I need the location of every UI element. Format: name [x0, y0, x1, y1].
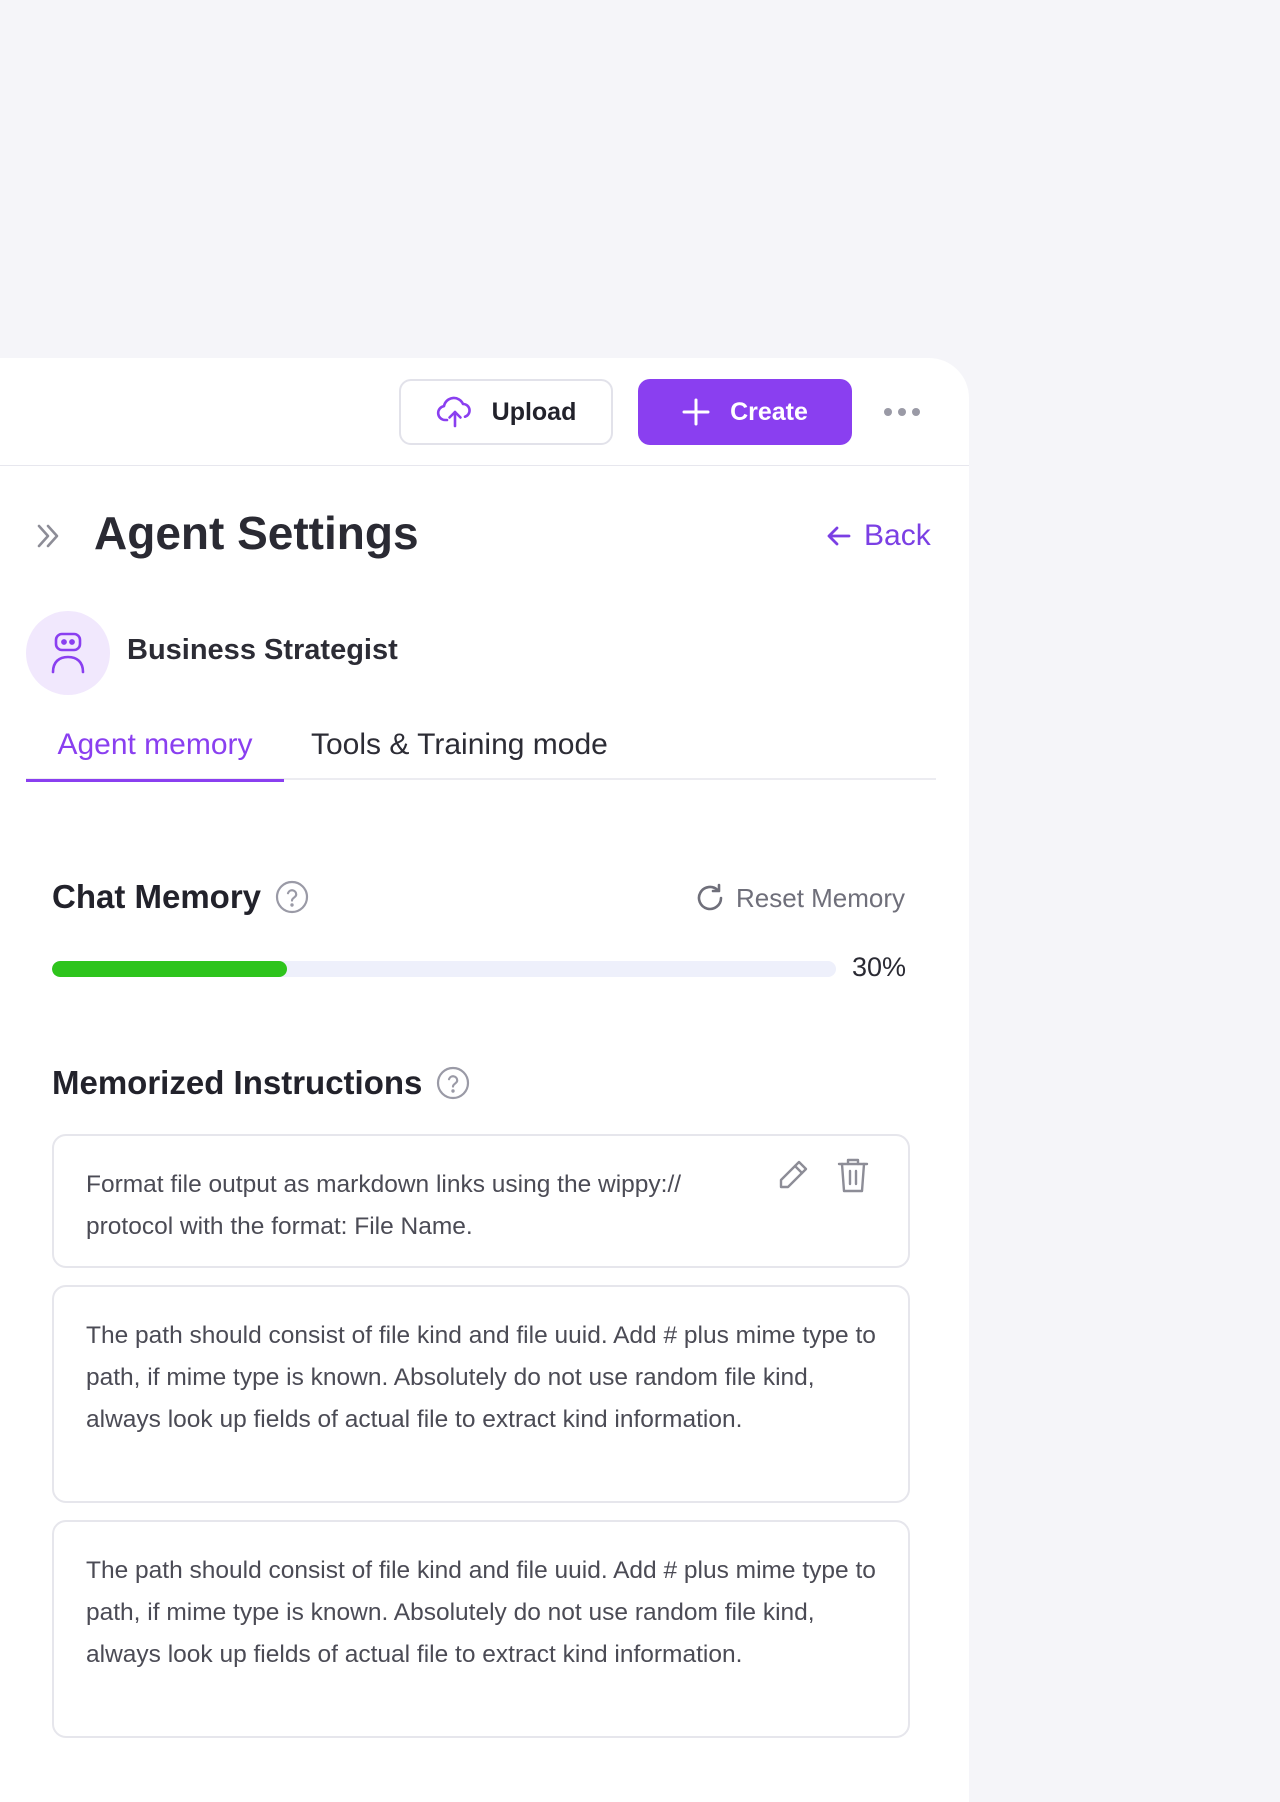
- refresh-icon: [697, 883, 723, 911]
- robot-icon: [51, 632, 85, 674]
- chat-memory-progress-label: 30%: [852, 952, 907, 982]
- create-button[interactable]: Create: [638, 379, 852, 445]
- tab-tools-training-mode[interactable]: Tools & Training mode: [311, 718, 608, 780]
- delete-instruction-button[interactable]: [834, 1154, 872, 1196]
- instruction-card[interactable]: The path should consist of file kind and…: [52, 1520, 910, 1738]
- pencil-icon: [779, 1160, 808, 1189]
- instruction-text: The path should consist of file kind and…: [86, 1322, 876, 1433]
- cloud-upload-icon: [436, 396, 471, 428]
- upload-button-label: Upload: [491, 397, 577, 426]
- trash-icon: [837, 1158, 869, 1193]
- help-circle-icon[interactable]: [275, 880, 309, 914]
- more-dot-icon: [912, 408, 920, 416]
- chat-memory-progress-bar: [52, 961, 836, 977]
- reset-memory-label: Reset Memory: [736, 882, 906, 913]
- double-chevron-right-icon[interactable]: [32, 520, 64, 552]
- back-link[interactable]: Back: [826, 516, 931, 556]
- chat-memory-title: Chat Memory: [52, 878, 262, 915]
- agent-name: Business Strategist: [127, 634, 398, 666]
- instruction-text: The path should consist of file kind and…: [86, 1557, 876, 1668]
- more-dot-icon: [884, 408, 892, 416]
- plus-icon: [682, 398, 710, 426]
- upload-button[interactable]: Upload: [399, 379, 613, 445]
- chat-memory-progress-fill: [52, 961, 288, 977]
- more-dot-icon: [898, 408, 906, 416]
- page-title: Agent Settings: [94, 507, 419, 559]
- agent-avatar: [26, 611, 110, 695]
- more-options-button[interactable]: [878, 392, 926, 432]
- tab-bar: Agent memory Tools & Training mode: [26, 718, 936, 782]
- instruction-text: Format file output as markdown links usi…: [86, 1171, 682, 1240]
- chat-memory-heading: Chat Memory: [52, 878, 309, 916]
- help-circle-icon[interactable]: [436, 1066, 470, 1100]
- memorized-instructions-heading: Memorized Instructions: [52, 1064, 470, 1102]
- instruction-card[interactable]: The path should consist of file kind and…: [52, 1285, 910, 1503]
- agent-settings-panel: Upload Create Agent Settings Back Busine…: [0, 358, 969, 1802]
- toolbar: Upload Create: [0, 358, 969, 466]
- create-button-label: Create: [730, 397, 808, 426]
- tab-agent-memory[interactable]: Agent memory: [26, 718, 284, 782]
- edit-instruction-button[interactable]: [774, 1154, 812, 1196]
- arrow-left-icon: [827, 526, 851, 546]
- instruction-card[interactable]: Format file output as markdown links usi…: [52, 1134, 910, 1268]
- memorized-instructions-title: Memorized Instructions: [52, 1064, 423, 1101]
- instruction-actions: [774, 1154, 872, 1196]
- back-link-label: Back: [864, 519, 931, 552]
- reset-memory-button[interactable]: Reset Memory: [694, 880, 905, 916]
